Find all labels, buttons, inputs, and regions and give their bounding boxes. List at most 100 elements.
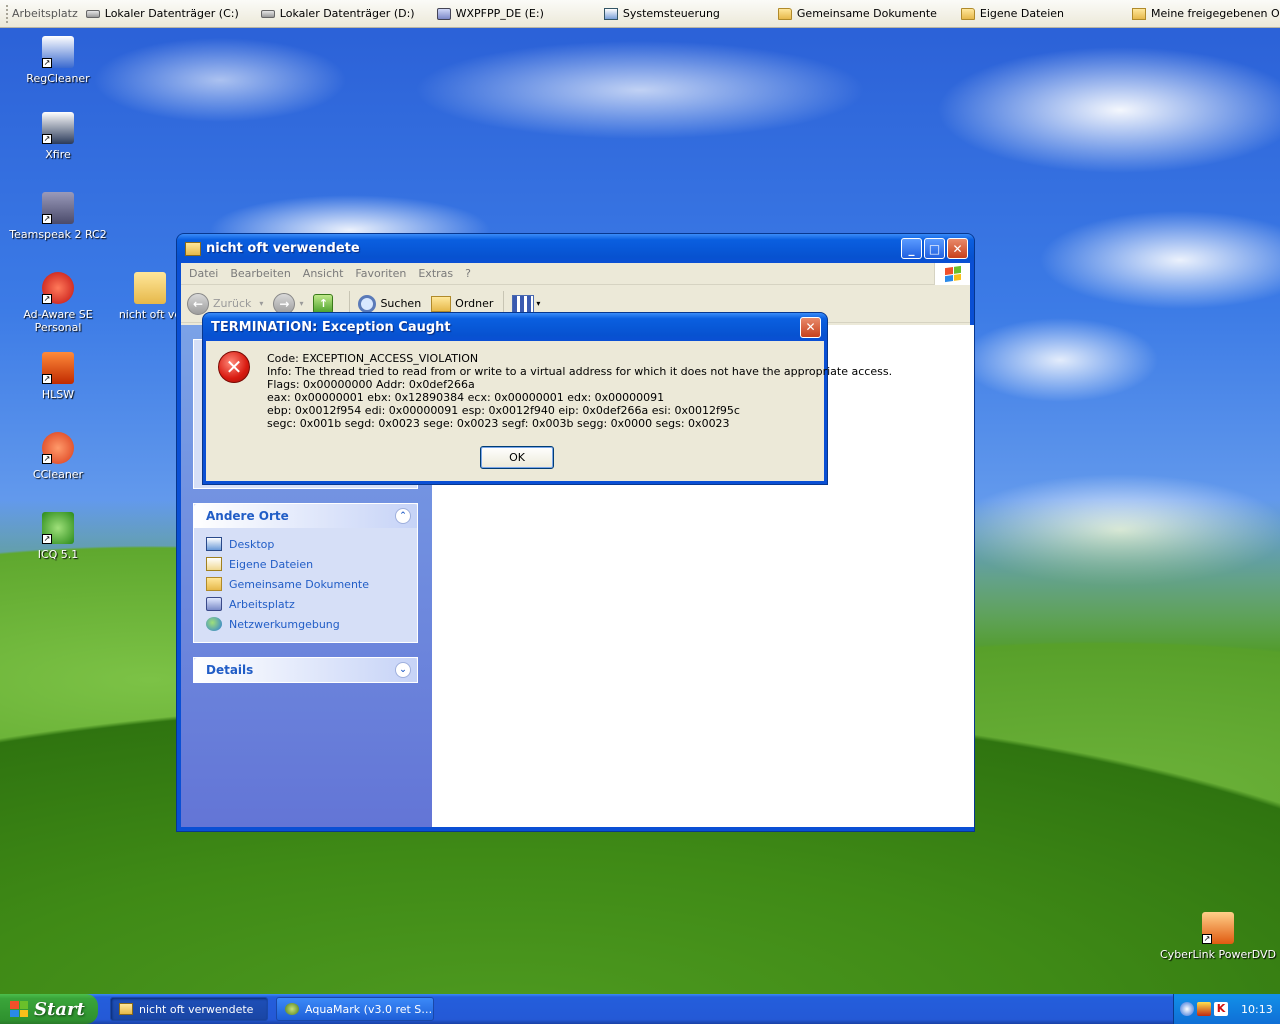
quick-launch-bar: Arbeitsplatz Lokaler Datenträger (C:) Lo… xyxy=(0,0,1280,28)
link-eigene-dateien[interactable]: Eigene Dateien xyxy=(206,554,417,574)
ql-drive-e[interactable]: WXPFPP_DE (E:) xyxy=(436,7,544,20)
minimize-button[interactable]: _ xyxy=(901,238,922,259)
menu-bearbeiten[interactable]: Bearbeiten xyxy=(224,267,296,280)
minimize-icon: _ xyxy=(908,241,915,256)
menu-datei[interactable]: Datei xyxy=(183,267,224,280)
security-shield-icon[interactable] xyxy=(1197,1002,1211,1016)
maximize-button[interactable]: □ xyxy=(924,238,945,259)
desktop-icon-teamspeak[interactable]: ↗ Teamspeak 2 RC2 xyxy=(0,192,116,241)
folders-button[interactable]: Ordner xyxy=(431,295,493,312)
folder-icon xyxy=(134,272,166,304)
desktop-icon-label: Ad-Aware SE Personal xyxy=(23,308,93,334)
menu-ansicht[interactable]: Ansicht xyxy=(297,267,350,280)
desktop-icon-label: Teamspeak 2 RC2 xyxy=(9,228,107,241)
start-button[interactable]: Start xyxy=(0,994,98,1024)
folder-icon xyxy=(185,241,201,256)
forward-button[interactable]: → ▾ xyxy=(273,292,304,315)
back-button[interactable]: ← Zurück ▾ xyxy=(187,292,264,315)
menu-favoriten[interactable]: Favoriten xyxy=(349,267,412,280)
windows-logo xyxy=(934,263,970,285)
close-icon: ✕ xyxy=(952,241,963,256)
ql-label: Lokaler Datenträger (C:) xyxy=(104,7,239,20)
ql-shared-folders[interactable]: Meine freigegebenen Or… xyxy=(1132,7,1280,20)
aquamark-icon xyxy=(285,1003,299,1015)
error-line: Info: The thread tried to read from or w… xyxy=(267,365,893,378)
link-desktop[interactable]: Desktop xyxy=(206,534,417,554)
shared-folder-icon xyxy=(1132,7,1146,20)
taskbar: Start nicht oft verwendete AquaMark (v3.… xyxy=(0,994,1280,1024)
expand-icon[interactable]: ⌄ xyxy=(395,662,411,678)
ok-button[interactable]: OK xyxy=(480,446,554,469)
ql-my-documents[interactable]: Eigene Dateien xyxy=(960,7,1064,20)
error-line: Flags: 0x00000000 Addr: 0x0def266a xyxy=(267,378,475,391)
computer-icon xyxy=(206,597,222,611)
other-places-panel: Andere Orte ⌃ Desktop Eigene Dateien Gem… xyxy=(193,503,418,643)
windows-flag-icon xyxy=(944,265,961,283)
drive-icon xyxy=(260,9,275,18)
desktop-icon-hlsw[interactable]: ↗ HLSW xyxy=(0,352,116,401)
desktop-icon-xfire[interactable]: ↗ Xfire xyxy=(0,112,116,161)
desktop-icon-ccleaner[interactable]: ↗ CCleaner xyxy=(0,432,116,481)
taskbar-button-explorer[interactable]: nicht oft verwendete xyxy=(110,997,268,1021)
explorer-titlebar[interactable]: nicht oft verwendete _ □ ✕ xyxy=(177,234,974,263)
dialog-title: TERMINATION: Exception Caught xyxy=(211,319,451,335)
error-line: Code: EXCEPTION_ACCESS_VIOLATION xyxy=(267,352,479,365)
error-line: eax: 0x00000001 ebx: 0x12890384 ecx: 0x0… xyxy=(267,391,665,404)
desktop-icon-powerdvd[interactable]: ↗ CyberLink PowerDVD xyxy=(1160,912,1276,961)
chevron-down-icon: ▾ xyxy=(259,299,264,308)
menu-bar: Datei Bearbeiten Ansicht Favoriten Extra… xyxy=(181,263,970,285)
folder-up-icon: ↑ xyxy=(313,293,334,314)
ql-arbeitsplatz[interactable]: Arbeitsplatz xyxy=(12,7,78,20)
start-label: Start xyxy=(34,998,85,1020)
window-title: nicht oft verwendete xyxy=(206,241,360,256)
link-netzwerkumgebung[interactable]: Netzwerkumgebung xyxy=(206,614,417,634)
menu-extras[interactable]: Extras xyxy=(412,267,459,280)
desktop-icon-label: CCleaner xyxy=(32,468,84,481)
search-button[interactable]: Suchen xyxy=(358,294,421,313)
dialog-close-button[interactable]: ✕ xyxy=(800,316,821,338)
desktop-icon-label: RegCleaner xyxy=(26,72,90,85)
other-places-title: Andere Orte xyxy=(206,509,289,523)
close-button[interactable]: ✕ xyxy=(947,238,968,259)
xfire-icon: ↗ xyxy=(42,112,74,144)
desktop-icon-label: ICQ 5.1 xyxy=(37,548,79,561)
dialog-titlebar[interactable]: TERMINATION: Exception Caught ✕ xyxy=(203,313,827,341)
system-tray: K 10:13 xyxy=(1173,994,1280,1024)
other-places-header[interactable]: Andere Orte ⌃ xyxy=(194,504,417,528)
ql-drive-c[interactable]: Lokaler Datenträger (C:) xyxy=(85,7,239,20)
dialog-body: ✕ Code: EXCEPTION_ACCESS_VIOLATION Info:… xyxy=(206,341,892,481)
back-label: Zurück xyxy=(213,297,252,310)
chevron-down-icon: ▾ xyxy=(299,299,304,308)
views-button[interactable]: ▾ xyxy=(512,294,540,313)
details-header[interactable]: Details ⌄ xyxy=(194,658,417,682)
ql-drive-d[interactable]: Lokaler Datenträger (D:) xyxy=(260,7,415,20)
collapse-icon[interactable]: ⌃ xyxy=(395,508,411,524)
ql-label: WXPFPP_DE (E:) xyxy=(455,7,544,20)
tray-expand-icon[interactable] xyxy=(1180,1002,1194,1016)
powerdvd-icon: ↗ xyxy=(1202,912,1234,944)
link-gemeinsame-dokumente[interactable]: Gemeinsame Dokumente xyxy=(206,574,417,594)
control-panel-icon xyxy=(603,7,618,20)
up-button[interactable]: ↑ xyxy=(313,293,339,314)
ql-label: Gemeinsame Dokumente xyxy=(796,7,937,20)
desktop-icon-regcleaner[interactable]: ↗ RegCleaner xyxy=(0,36,116,85)
ql-shared-docs[interactable]: Gemeinsame Dokumente xyxy=(777,7,937,20)
ql-label: Meine freigegebenen Or… xyxy=(1151,7,1280,20)
kaspersky-icon[interactable]: K xyxy=(1214,1002,1228,1016)
desktop-icon-icq[interactable]: ↗ ICQ 5.1 xyxy=(0,512,116,561)
tray-clock[interactable]: 10:13 xyxy=(1241,1003,1273,1016)
views-icon xyxy=(512,294,535,313)
close-icon: ✕ xyxy=(805,320,816,334)
back-arrow-icon: ← xyxy=(187,292,209,315)
network-icon xyxy=(206,617,222,631)
taskbar-button-aquamark[interactable]: AquaMark (v3.0 ret S… xyxy=(276,997,434,1021)
ccleaner-icon: ↗ xyxy=(42,432,74,464)
link-arbeitsplatz[interactable]: Arbeitsplatz xyxy=(206,594,417,614)
menu-help[interactable]: ? xyxy=(459,267,477,280)
error-icon: ✕ xyxy=(218,351,250,383)
ql-control-panel[interactable]: Systemsteuerung xyxy=(603,7,720,20)
link-label: Gemeinsame Dokumente xyxy=(229,577,369,591)
link-label: Netzwerkumgebung xyxy=(229,617,340,631)
toolbar-grip[interactable] xyxy=(6,4,8,23)
task-label: nicht oft verwendete xyxy=(139,1002,254,1016)
